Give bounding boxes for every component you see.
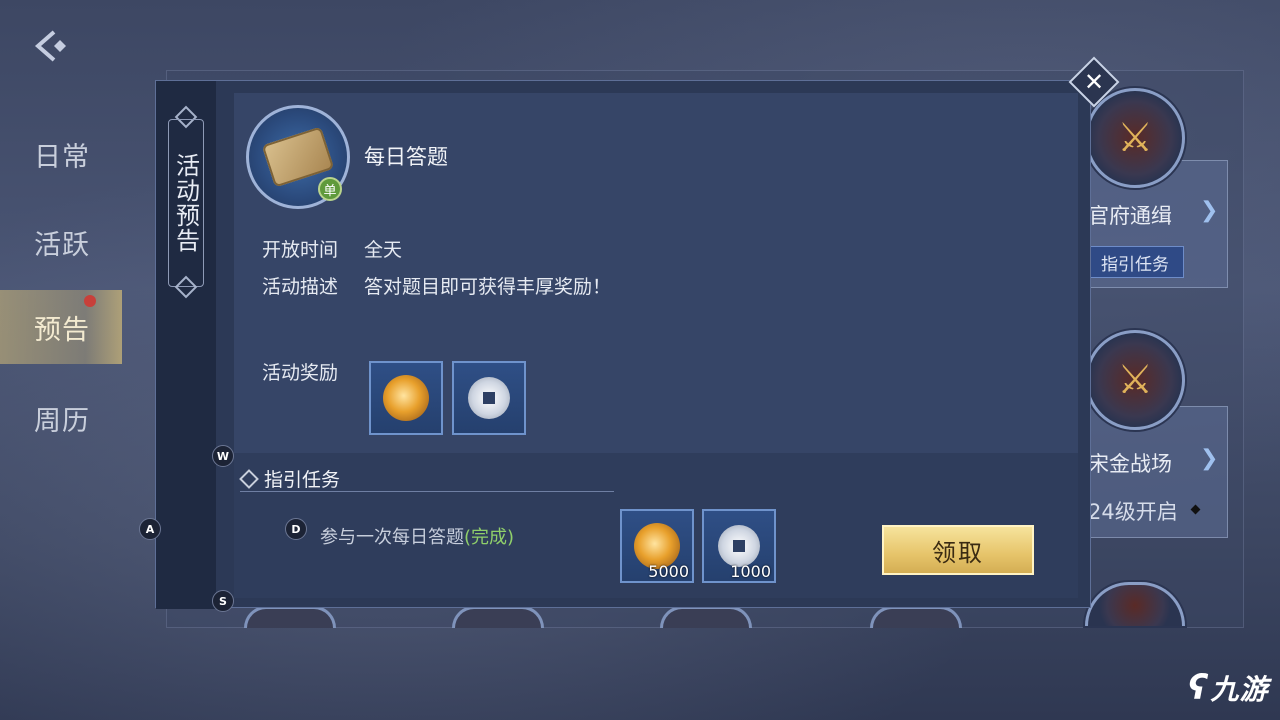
chevron-right-icon: ❯ <box>1200 198 1219 223</box>
watermark-logo: ʕ九游 <box>1188 668 1269 708</box>
reward-item-orb[interactable] <box>369 361 443 435</box>
golden-orb-icon <box>383 375 429 421</box>
logo-icon: ʕ <box>1188 668 1209 708</box>
level-requirement: 24级开启 <box>1088 500 1178 524</box>
guide-task-header: 指引任务 <box>239 465 340 492</box>
close-icon: ✕ <box>1083 68 1105 96</box>
event-emblem-icon <box>660 606 752 628</box>
key-hint-s: S <box>212 590 234 612</box>
battlefield-emblem-icon: ⚔ <box>1085 330 1185 430</box>
tab-calendar[interactable]: 周历 <box>0 374 122 462</box>
single-player-badge: 单 <box>318 177 342 201</box>
event-emblem-icon <box>244 606 336 628</box>
task-description: 参与一次每日答题(完成) <box>320 527 515 548</box>
reward-label: 活动奖励 <box>262 362 339 384</box>
dialog-side-strip: 活动预告 <box>156 81 216 609</box>
tab-daily[interactable]: 日常 <box>0 110 122 198</box>
claim-button[interactable]: 领取 <box>882 525 1034 575</box>
notification-dot <box>84 295 96 307</box>
chevron-right-icon: ❯ <box>1200 446 1219 471</box>
tab-preview[interactable]: 预告 <box>0 290 122 364</box>
event-emblem-icon <box>452 606 544 628</box>
reward-item-coin[interactable] <box>452 361 526 435</box>
event-card-title: 宋金战场 <box>1088 452 1172 476</box>
silver-coin-icon <box>468 377 510 419</box>
wanted-emblem-icon: ⚔ <box>1085 88 1185 188</box>
key-hint-a: A <box>139 518 161 540</box>
event-emblem-icon <box>870 606 962 628</box>
open-time-label: 开放时间 <box>262 239 339 261</box>
key-hint-d: D <box>285 518 307 540</box>
back-button[interactable] <box>32 28 76 64</box>
key-hint-w: W <box>212 445 234 467</box>
dialog-vertical-title: 活动预告 <box>168 119 204 287</box>
back-arrow-icon <box>34 30 66 62</box>
tab-active[interactable]: 活跃 <box>0 198 122 286</box>
description-value: 答对题目即可获得丰厚奖励！ <box>364 276 612 298</box>
task-status: (完成) <box>464 527 515 548</box>
diamond-icon <box>239 469 259 489</box>
divider <box>240 491 614 492</box>
task-reward-orb[interactable]: 5000 <box>620 509 694 583</box>
task-reward-coin[interactable]: 1000 <box>702 509 776 583</box>
event-title: 每日答题 <box>364 145 448 169</box>
open-time-value: 全天 <box>364 239 403 261</box>
reward-quantity: 1000 <box>730 562 771 581</box>
description-label: 活动描述 <box>262 276 339 298</box>
event-card-title: 官府通缉 <box>1088 204 1172 228</box>
reward-quantity: 5000 <box>648 562 689 581</box>
category-tabs: 日常 活跃 预告 周历 <box>0 110 122 462</box>
silver-coin-icon <box>718 525 760 567</box>
guide-task-button[interactable]: 指引任务 <box>1086 246 1184 278</box>
